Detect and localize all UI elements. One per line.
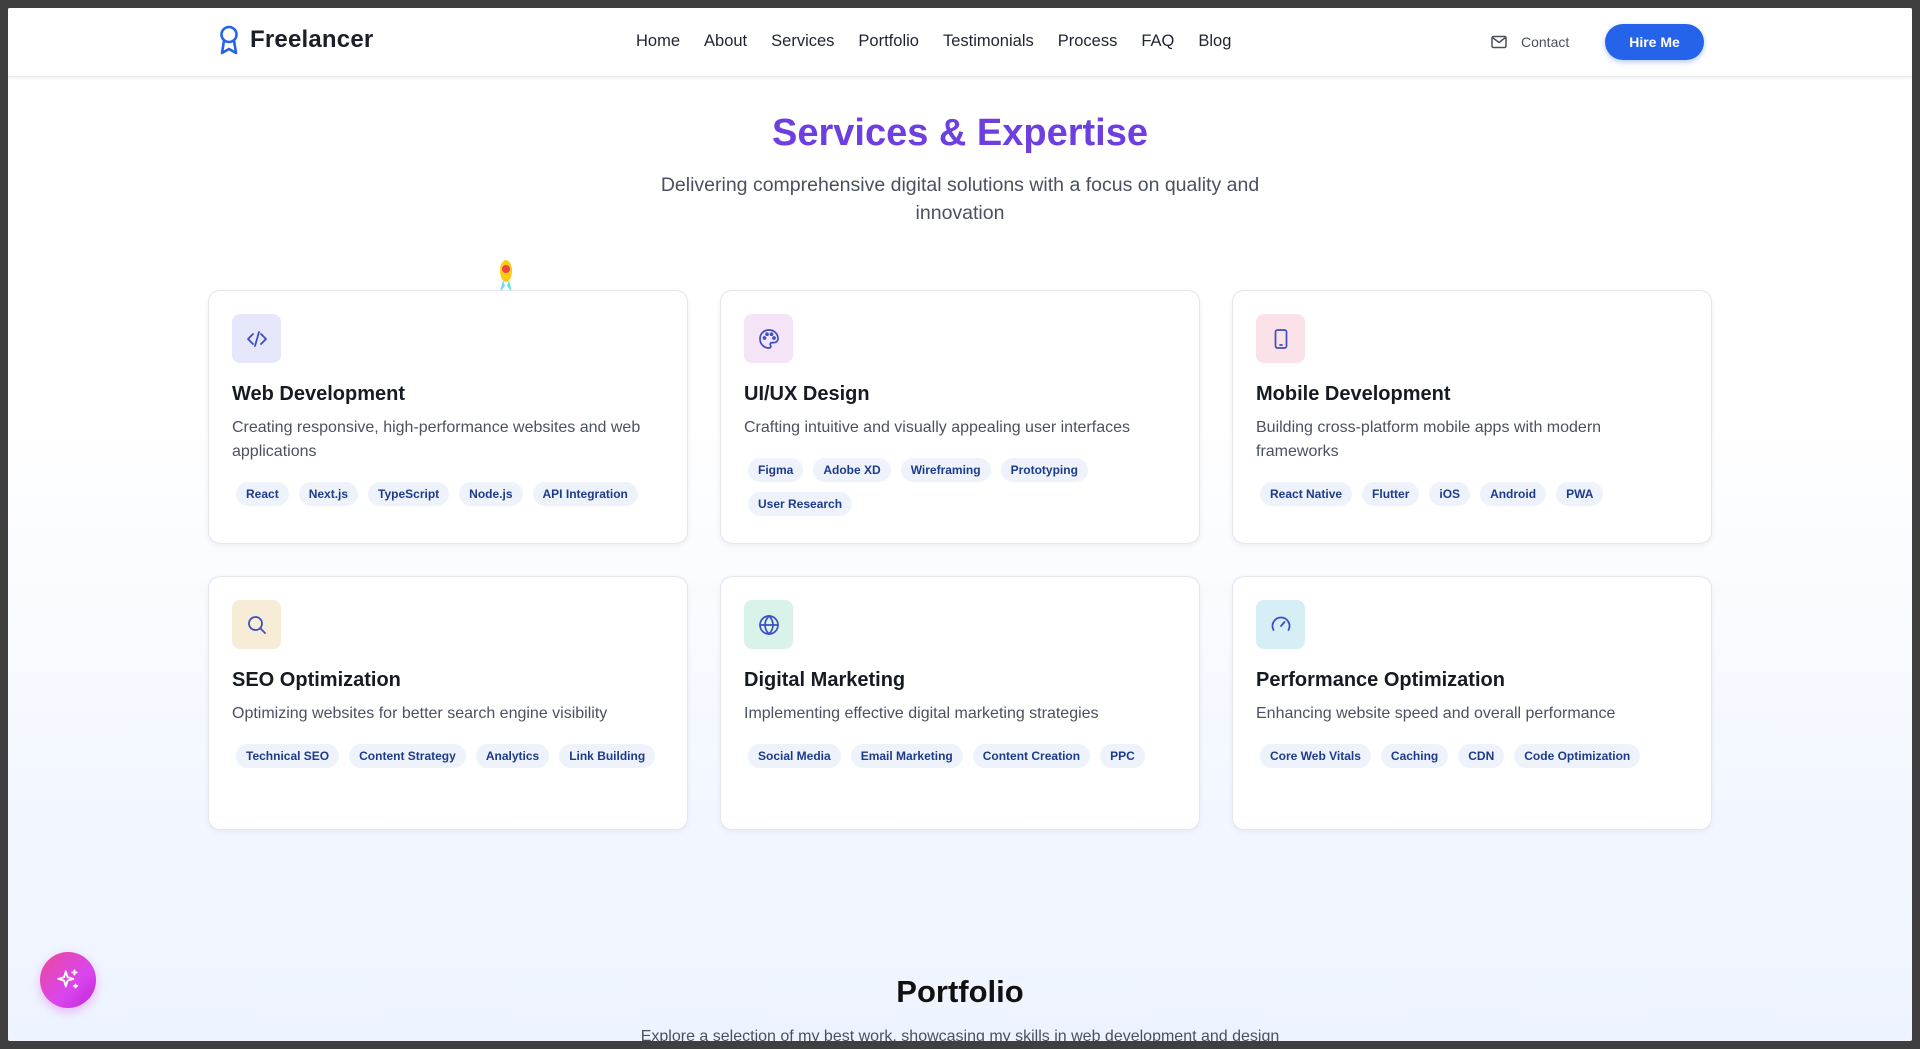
nav-services[interactable]: Services bbox=[771, 32, 834, 51]
tag-list: Figma Adobe XD Wireframing Prototyping U… bbox=[748, 458, 1188, 516]
skill-tag: Social Media bbox=[748, 744, 841, 768]
service-icon-tile bbox=[744, 600, 793, 649]
skill-tag: Figma bbox=[748, 458, 804, 482]
tag-list: React Native Flutter iOS Android PWA bbox=[1260, 482, 1700, 506]
brand-logo[interactable]: Freelancer bbox=[216, 24, 373, 56]
award-icon bbox=[220, 25, 238, 55]
skill-tag: User Research bbox=[748, 492, 853, 516]
portfolio-subtitle: Explore a selection of my best work, sho… bbox=[640, 1028, 1280, 1041]
skill-tag: Adobe XD bbox=[813, 458, 891, 482]
skill-tag: Analytics bbox=[475, 744, 550, 768]
service-title: UI/UX Design bbox=[744, 383, 870, 405]
nav-testimonials[interactable]: Testimonials bbox=[943, 32, 1034, 51]
skill-tag: Content Creation bbox=[972, 744, 1091, 768]
contact-link[interactable]: Contact bbox=[1491, 34, 1569, 50]
skill-tag: CDN bbox=[1458, 744, 1505, 768]
nav-portfolio[interactable]: Portfolio bbox=[858, 32, 919, 51]
brand-name: Freelancer bbox=[250, 26, 374, 53]
tag-list: Core Web Vitals Caching CDN Code Optimiz… bbox=[1260, 744, 1700, 768]
contact-label: Contact bbox=[1521, 34, 1570, 50]
service-card-seo-optimization[interactable]: SEO Optimization Optimizing websites for… bbox=[208, 576, 688, 830]
portfolio-title: Portfolio bbox=[896, 974, 1024, 1009]
search-icon bbox=[247, 615, 266, 634]
smartphone-icon bbox=[1274, 328, 1287, 349]
main-nav: Home About Services Portfolio Testimonia… bbox=[636, 32, 1255, 51]
skill-tag: Next.js bbox=[298, 482, 359, 506]
service-card-performance-optimization[interactable]: Performance Optimization Enhancing websi… bbox=[1232, 576, 1712, 830]
service-description: Building cross-platform mobile apps with… bbox=[1256, 419, 1602, 460]
skill-tag: Link Building bbox=[559, 744, 656, 768]
tag-list: React Next.js TypeScript Node.js API Int… bbox=[236, 482, 676, 506]
skill-tag: Flutter bbox=[1362, 482, 1420, 506]
skill-tag: Core Web Vitals bbox=[1260, 744, 1371, 768]
skill-tag: Email Marketing bbox=[850, 744, 963, 768]
service-icon-tile bbox=[1256, 314, 1305, 363]
skill-tag: Code Optimization bbox=[1514, 744, 1641, 768]
services-subtitle: Delivering comprehensive digital solutio… bbox=[660, 174, 1260, 224]
mail-icon bbox=[1491, 35, 1507, 49]
service-title: Web Development bbox=[232, 383, 405, 405]
skill-tag: API Integration bbox=[532, 482, 638, 506]
skill-tag: React Native bbox=[1260, 482, 1353, 506]
skill-tag: Content Strategy bbox=[349, 744, 466, 768]
service-card-mobile-development[interactable]: Mobile Development Building cross-platfo… bbox=[1232, 290, 1712, 544]
service-title: Mobile Development bbox=[1256, 383, 1451, 405]
service-title: SEO Optimization bbox=[232, 669, 401, 691]
skill-tag: Prototyping bbox=[1000, 458, 1088, 482]
service-icon-tile bbox=[232, 314, 281, 363]
browser-viewport: Freelancer Home About Services Portfolio… bbox=[8, 8, 1912, 1041]
gauge-icon bbox=[1271, 616, 1290, 631]
skill-tag: Node.js bbox=[459, 482, 523, 506]
service-card-digital-marketing[interactable]: Digital Marketing Implementing effective… bbox=[720, 576, 1200, 830]
service-description: Creating responsive, high-performance we… bbox=[232, 419, 641, 460]
service-icon-tile bbox=[744, 314, 793, 363]
skill-tag: PWA bbox=[1556, 482, 1604, 506]
rocket-icon bbox=[500, 260, 512, 292]
service-card-web-development[interactable]: Web Development Creating responsive, hig… bbox=[208, 290, 688, 544]
skill-tag: Wireframing bbox=[900, 458, 991, 482]
service-icon-tile bbox=[1256, 600, 1305, 649]
hire-me-button[interactable]: Hire Me bbox=[1605, 24, 1704, 60]
tag-list: Technical SEO Content Strategy Analytics… bbox=[236, 744, 676, 768]
tag-list: Social Media Email Marketing Content Cre… bbox=[748, 744, 1188, 768]
service-title: Performance Optimization bbox=[1256, 669, 1505, 691]
nav-home[interactable]: Home bbox=[636, 32, 680, 51]
nav-about[interactable]: About bbox=[704, 32, 747, 51]
code-icon bbox=[246, 330, 267, 347]
skill-tag: Caching bbox=[1380, 744, 1449, 768]
service-description: Enhancing website speed and overall perf… bbox=[1256, 705, 1616, 722]
service-icon-tile bbox=[232, 600, 281, 649]
sparkles-icon bbox=[57, 969, 79, 989]
skill-tag: TypeScript bbox=[368, 482, 450, 506]
ai-assistant-button[interactable] bbox=[40, 952, 96, 1008]
site-header: Freelancer Home About Services Portfolio… bbox=[8, 8, 1912, 77]
services-title: Services & Expertise bbox=[771, 112, 1148, 154]
skill-tag: Technical SEO bbox=[236, 744, 340, 768]
skill-tag: iOS bbox=[1429, 482, 1471, 506]
service-description: Optimizing websites for better search en… bbox=[232, 705, 608, 722]
service-description: Implementing effective digital marketing… bbox=[744, 705, 1099, 722]
nav-faq[interactable]: FAQ bbox=[1141, 32, 1174, 51]
globe-icon bbox=[758, 614, 779, 635]
service-card-ui-ux-design[interactable]: UI/UX Design Crafting intuitive and visu… bbox=[720, 290, 1200, 544]
nav-process[interactable]: Process bbox=[1058, 32, 1118, 51]
nav-blog[interactable]: Blog bbox=[1198, 32, 1231, 51]
service-description: Crafting intuitive and visually appealin… bbox=[744, 419, 1130, 436]
palette-icon bbox=[758, 328, 779, 349]
service-title: Digital Marketing bbox=[744, 669, 906, 691]
skill-tag: React bbox=[236, 482, 289, 506]
skill-tag: Android bbox=[1480, 482, 1547, 506]
skill-tag: PPC bbox=[1100, 744, 1145, 768]
